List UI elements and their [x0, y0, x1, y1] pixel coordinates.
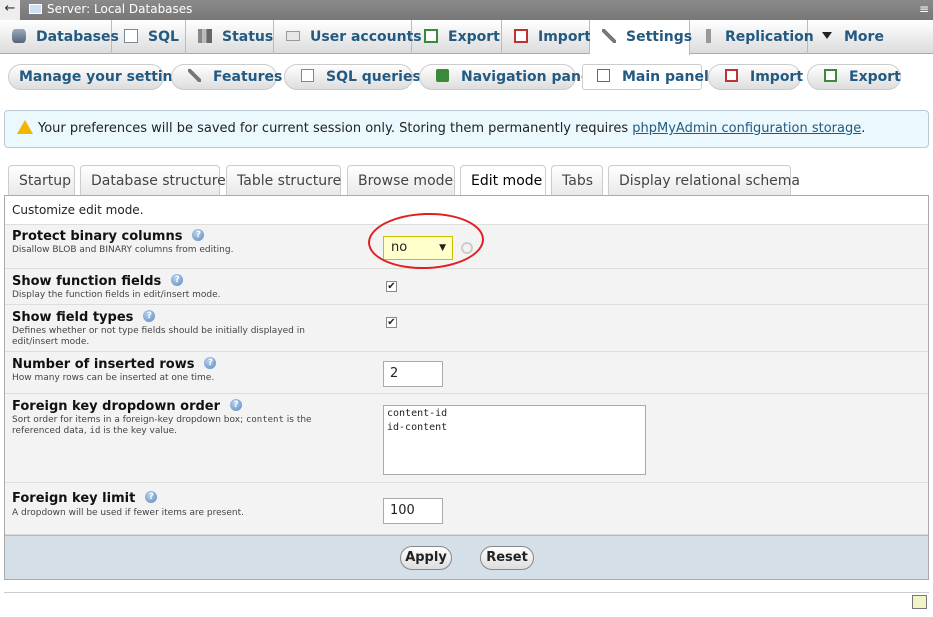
- window-titlebar: ← Server: Local Databases ≡: [0, 0, 933, 20]
- row-function-fields: Show function fields? Display the functi…: [5, 269, 928, 305]
- session-notice: Your preferences will be saved for curre…: [4, 110, 929, 148]
- tab-export[interactable]: Export: [412, 20, 502, 54]
- fk-limit-input[interactable]: 100: [383, 498, 443, 524]
- status-icon: [198, 28, 212, 43]
- export-icon: [424, 28, 438, 43]
- tab-sql[interactable]: SQL: [112, 20, 186, 54]
- config-storage-link[interactable]: phpMyAdmin configuration storage: [632, 121, 861, 136]
- help-icon[interactable]: ?: [192, 229, 205, 241]
- row-inserted-rows: Number of inserted rows? How many rows c…: [5, 352, 928, 394]
- server-breadcrumb[interactable]: Server: Local Databases: [47, 0, 192, 18]
- inserted-rows-desc: How many rows can be inserted at one tim…: [12, 373, 215, 383]
- protect-binary-title: Protect binary columns?: [12, 229, 205, 244]
- tab-databases[interactable]: Databases: [0, 20, 119, 54]
- database-icon: [12, 28, 26, 43]
- wrench-icon: [602, 28, 616, 43]
- server-icon: [29, 4, 42, 14]
- field-types-title: Show field types?: [12, 310, 156, 325]
- function-fields-title: Show function fields?: [12, 274, 184, 289]
- formtab-startup[interactable]: Startup: [8, 165, 75, 196]
- field-types-checkbox[interactable]: ✔: [386, 317, 397, 328]
- fk-order-title: Foreign key dropdown order?: [12, 399, 243, 414]
- subtab-manage-settings[interactable]: Manage your settings: [8, 64, 191, 90]
- replication-icon: [706, 28, 711, 43]
- warning-icon: [17, 120, 33, 134]
- inserted-rows-title: Number of inserted rows?: [12, 357, 217, 372]
- tab-settings[interactable]: Settings: [590, 20, 692, 55]
- subtab-navigation-panel[interactable]: Navigation panel: [419, 64, 595, 90]
- help-icon[interactable]: ?: [204, 357, 217, 369]
- subtab-main-panel[interactable]: Main panel: [582, 64, 709, 90]
- formtab-display-relational-schema[interactable]: Display relational schema: [608, 165, 800, 196]
- subtab-import[interactable]: Import: [708, 64, 803, 90]
- form-footer: Apply Reset: [5, 535, 928, 579]
- collapse-icon[interactable]: ≡: [919, 0, 929, 18]
- apply-button[interactable]: Apply: [400, 546, 452, 570]
- fk-limit-desc: A dropdown will be used if fewer items a…: [12, 508, 245, 518]
- row-fk-limit: Foreign key limit? A dropdown will be us…: [5, 483, 928, 535]
- main-panel-icon: [597, 69, 610, 82]
- subtab-export[interactable]: Export: [807, 64, 901, 90]
- sql-icon: [301, 69, 314, 82]
- wrench-icon: [188, 69, 201, 82]
- settings-subtabs: Manage your settings Features SQL querie…: [0, 60, 933, 94]
- row-field-types: Show field types? Defines whether or not…: [5, 305, 928, 352]
- form-intro: Customize edit mode.: [12, 203, 144, 217]
- subtab-features[interactable]: Features: [171, 64, 282, 90]
- fk-order-textarea[interactable]: content-id id-content: [383, 405, 646, 475]
- field-types-desc: Defines whether or not type fields shoul…: [12, 326, 305, 347]
- tab-replication[interactable]: Replication: [690, 20, 814, 54]
- formtab-table-structure[interactable]: Table structure: [226, 165, 341, 196]
- tab-user-accounts[interactable]: User accounts: [274, 20, 422, 54]
- chevron-down-icon: [822, 32, 832, 39]
- divider: [4, 592, 929, 593]
- subtab-sql-queries[interactable]: SQL queries: [284, 64, 421, 90]
- import-icon: [514, 28, 528, 43]
- function-fields-desc: Display the function fields in edit/inse…: [12, 290, 221, 300]
- formtab-browse-mode[interactable]: Browse mode: [347, 165, 455, 196]
- users-icon: [286, 30, 300, 41]
- function-fields-checkbox[interactable]: ✔: [386, 281, 397, 292]
- help-icon[interactable]: ?: [143, 310, 156, 322]
- fk-order-desc: Sort order for items in a foreign-key dr…: [12, 415, 312, 436]
- help-icon[interactable]: ?: [145, 491, 158, 503]
- help-icon[interactable]: ?: [230, 399, 243, 411]
- tab-more[interactable]: More: [808, 20, 933, 54]
- back-arrow-icon[interactable]: ←: [0, 0, 20, 20]
- formtab-database-structure[interactable]: Database structure: [80, 165, 226, 196]
- tab-import[interactable]: Import: [502, 20, 591, 54]
- reset-button[interactable]: Reset: [480, 546, 534, 570]
- export-icon: [824, 69, 837, 82]
- formtab-tabs[interactable]: Tabs: [551, 165, 603, 196]
- form-tabs: Startup Database structure Table structu…: [0, 165, 933, 197]
- tab-status[interactable]: Status: [186, 20, 274, 54]
- fk-limit-title: Foreign key limit?: [12, 491, 158, 506]
- top-menu: Databases SQL Status User accounts Expor…: [0, 20, 933, 55]
- formtab-edit-mode[interactable]: Edit mode: [460, 165, 546, 197]
- inserted-rows-input[interactable]: 2: [383, 361, 443, 387]
- navigation-icon: [436, 69, 449, 82]
- help-icon[interactable]: ?: [171, 274, 184, 286]
- sql-icon: [124, 28, 138, 43]
- row-fk-dropdown-order: Foreign key dropdown order? Sort order f…: [5, 394, 928, 483]
- import-icon: [725, 69, 738, 82]
- console-icon[interactable]: [912, 595, 927, 609]
- protect-binary-desc: Disallow BLOB and BINARY columns from ed…: [12, 245, 234, 255]
